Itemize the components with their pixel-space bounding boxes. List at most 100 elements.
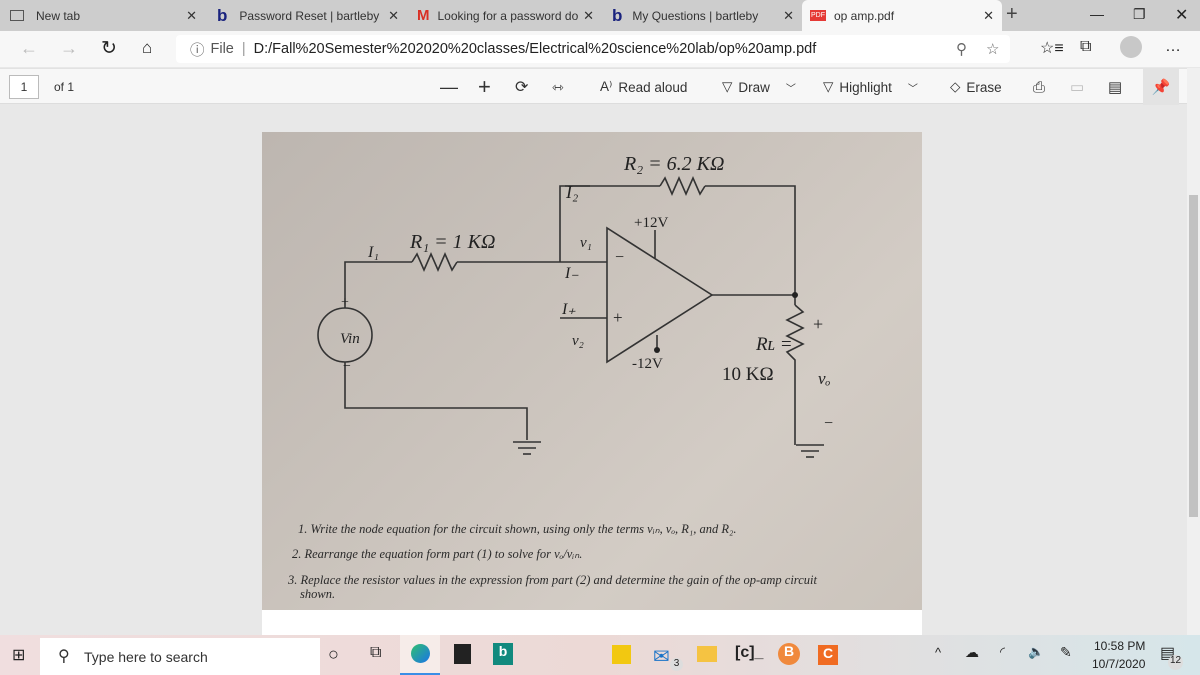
print-icon[interactable]: ⎙ xyxy=(1033,69,1045,105)
close-tab-icon[interactable]: ✕ xyxy=(388,8,399,24)
i1-label: I₁ xyxy=(367,244,379,261)
pen-icon[interactable]: ✎ xyxy=(1060,644,1072,661)
scrollbar-thumb[interactable] xyxy=(1189,195,1198,517)
v1-label: v₁ xyxy=(580,235,592,251)
draw-button[interactable]: ▽ Draw ﹀ xyxy=(722,69,796,105)
search-placeholder: Type here to search xyxy=(84,648,208,665)
noninverting-input-sign: + xyxy=(613,308,623,327)
read-aloud-button[interactable]: A⁾ Read aloud xyxy=(600,69,687,105)
rl-label: Rʟ = xyxy=(755,334,793,355)
mail-icon[interactable]: ✉ xyxy=(653,644,670,669)
clock-date[interactable]: 10/7/2020 xyxy=(1092,657,1145,671)
new-tab-icon xyxy=(10,10,24,21)
app-b-icon[interactable]: B xyxy=(778,643,800,665)
close-tab-icon[interactable]: ✕ xyxy=(583,8,594,24)
rotate-icon[interactable]: ⟳ xyxy=(515,69,528,105)
favorite-star-icon[interactable]: ☆ xyxy=(986,40,999,58)
close-tab-icon[interactable]: ✕ xyxy=(783,8,794,24)
tab-gmail[interactable]: M Looking for a password do ✕ xyxy=(407,0,602,31)
task-view-icon[interactable]: ⧉ xyxy=(370,644,381,662)
vin-minus: − xyxy=(343,359,351,374)
vo-minus: − xyxy=(824,415,833,432)
read-aloud-label: Read aloud xyxy=(618,79,688,95)
i-minus-label: I₋ xyxy=(564,265,579,282)
zoom-out-icon[interactable]: ⚲ xyxy=(956,40,967,58)
file-explorer-icon[interactable] xyxy=(697,646,717,662)
windows-start-icon[interactable]: ⊞ xyxy=(12,645,25,665)
wifi-icon[interactable]: ◜ xyxy=(1000,644,1005,660)
close-tab-icon[interactable]: ✕ xyxy=(983,8,994,24)
minus12v-label: -12V xyxy=(632,356,663,372)
page-number-input[interactable]: 1 xyxy=(9,75,39,99)
scrollbar[interactable] xyxy=(1187,68,1200,635)
chevron-down-icon[interactable]: ﹀ xyxy=(908,80,918,95)
erase-label: Erase xyxy=(966,79,1002,95)
i2-label: I₂ xyxy=(565,182,578,202)
question-3: 3. Replace the resistor values in the ex… xyxy=(288,573,817,587)
close-window-button[interactable]: ✕ xyxy=(1175,5,1188,25)
pin-toolbar-icon[interactable]: 📌 xyxy=(1143,69,1179,105)
tab-my-questions[interactable]: b My Questions | bartleby ✕ xyxy=(602,0,802,31)
r2-label: R₂ = 6.2 KΩ xyxy=(623,153,724,175)
tab-label: Password Reset | bartleby xyxy=(239,8,380,23)
resistor-r2 xyxy=(659,176,706,196)
forward-button[interactable]: → xyxy=(60,38,78,59)
more-menu-icon[interactable]: … xyxy=(1165,38,1181,56)
vo-label: vₒ xyxy=(818,369,831,388)
volume-icon[interactable]: 🔈 xyxy=(1028,644,1044,660)
tab-op-amp-pdf[interactable]: PDF op amp.pdf ✕ xyxy=(802,0,1002,31)
url-scheme: File xyxy=(210,41,234,57)
pdf-icon: PDF xyxy=(810,10,826,21)
back-button[interactable]: ← xyxy=(20,38,38,59)
new-tab-button[interactable]: + xyxy=(1006,3,1018,26)
tab-password-reset[interactable]: b Password Reset | bartleby ✕ xyxy=(207,0,407,31)
save-icon[interactable]: ▭ xyxy=(1070,69,1084,105)
url-field[interactable]: ⓘ File | D:/Fall%20Semester%202020%20cla… xyxy=(176,35,1010,63)
show-hidden-icons[interactable]: ^ xyxy=(935,645,941,660)
mail-badge: 3 xyxy=(670,658,683,671)
clock-time[interactable]: 10:58 PM xyxy=(1094,639,1145,653)
close-tab-icon[interactable]: ✕ xyxy=(186,8,197,24)
bartleby-icon: b xyxy=(612,5,623,25)
tab-new-tab[interactable]: New tab ✕ xyxy=(0,0,205,31)
taskbar-search-input[interactable]: ⚲ Type here to search xyxy=(40,638,320,675)
restore-button[interactable]: ❐ xyxy=(1133,6,1146,23)
bartleby-icon: b xyxy=(217,5,228,25)
page-count: of 1 xyxy=(54,80,75,94)
fit-width-icon[interactable]: ⇿ xyxy=(552,69,564,105)
bing-icon[interactable]: b xyxy=(493,643,513,665)
store-icon[interactable] xyxy=(454,644,471,664)
chevron-down-icon[interactable]: ﹀ xyxy=(786,80,796,95)
erase-button[interactable]: ◇ Erase xyxy=(950,69,1002,105)
tab-label: My Questions | bartleby xyxy=(632,8,759,23)
cortana-icon[interactable]: ○ xyxy=(328,644,339,665)
app-icon[interactable] xyxy=(612,645,631,664)
home-button[interactable]: ⌂ xyxy=(142,38,152,58)
draw-icon: ▽ xyxy=(722,79,733,94)
notification-badge: 12 xyxy=(1168,655,1183,670)
vin-plus: + xyxy=(341,295,349,310)
favorites-icon[interactable]: ☆≡ xyxy=(1040,38,1064,58)
terminal-icon[interactable]: [c]_ xyxy=(735,644,763,662)
collections-icon[interactable]: ⧉ xyxy=(1080,38,1091,56)
save-as-icon[interactable]: ▤ xyxy=(1108,69,1122,105)
highlight-label: Highlight xyxy=(839,79,892,95)
app-c-icon[interactable]: C xyxy=(818,645,838,665)
pdf-toolbar: 1 of 1 — + ⟳ ⇿ A⁾ Read aloud ▽ Draw ﹀ ▽ High… xyxy=(0,68,1200,105)
onedrive-icon[interactable]: ☁ xyxy=(965,644,979,661)
zoom-out-button[interactable]: — xyxy=(440,69,458,105)
edge-taskbar-icon[interactable] xyxy=(400,635,440,675)
v2-label: v₂ xyxy=(572,333,584,349)
profile-avatar[interactable] xyxy=(1120,36,1142,58)
highlight-button[interactable]: ▽ Highlight ﹀ xyxy=(823,69,918,105)
search-icon: ⚲ xyxy=(58,648,70,665)
circuit-diagram: + − Vin R₂ = 6.2 KΩ I₂ +12V R₁ = 1 KΩ I₁… xyxy=(317,153,833,458)
zoom-in-button[interactable]: + xyxy=(478,69,491,105)
tab-label: New tab xyxy=(36,8,81,23)
minimize-button[interactable]: — xyxy=(1090,6,1104,22)
resistor-r1 xyxy=(411,252,458,272)
refresh-button[interactable]: ↻ xyxy=(101,37,117,60)
question-3-cont: shown. xyxy=(300,587,336,601)
rl-value: 10 KΩ xyxy=(722,364,774,385)
separator: | xyxy=(241,41,246,57)
